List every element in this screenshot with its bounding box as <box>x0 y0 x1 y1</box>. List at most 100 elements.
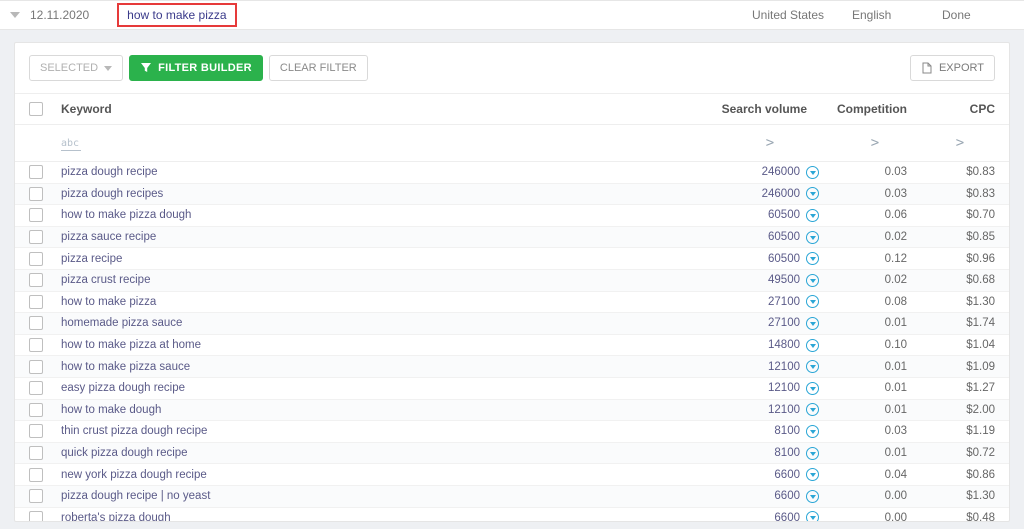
task-summary-row[interactable]: 12.11.2020 how to make pizza United Stat… <box>0 0 1024 30</box>
volume-value: 12100 <box>752 382 800 394</box>
row-checkbox[interactable] <box>29 273 43 287</box>
table-row[interactable]: thin crust pizza dough recipe81000.03$1.… <box>15 421 1009 443</box>
clear-filter-button[interactable]: CLEAR FILTER <box>269 55 368 81</box>
table-row[interactable]: pizza dough recipes2460000.03$0.83 <box>15 184 1009 206</box>
row-checkbox[interactable] <box>29 468 43 482</box>
table-row[interactable]: how to make pizza at home148000.10$1.04 <box>15 335 1009 357</box>
table-row[interactable]: how to make pizza sauce121000.01$1.09 <box>15 356 1009 378</box>
cell-volume: 60500 <box>715 252 825 265</box>
volume-trend-icon[interactable] <box>806 166 819 179</box>
volume-trend-icon[interactable] <box>806 382 819 395</box>
row-checkbox[interactable] <box>29 381 43 395</box>
row-checkbox[interactable] <box>29 187 43 201</box>
cell-cpc: $0.70 <box>925 209 995 221</box>
text-filter-icon: abc <box>61 138 715 151</box>
table-row[interactable]: pizza dough recipe2460000.03$0.83 <box>15 162 1009 184</box>
cell-keyword: quick pizza dough recipe <box>57 447 715 459</box>
cell-volume: 246000 <box>715 166 825 179</box>
chevron-down-icon <box>104 62 112 74</box>
volume-value: 27100 <box>752 317 800 329</box>
volume-trend-icon[interactable] <box>806 425 819 438</box>
cell-cpc: $0.85 <box>925 231 995 243</box>
row-checkbox[interactable] <box>29 208 43 222</box>
col-cpc[interactable]: CPC <box>925 102 995 116</box>
cell-volume: 12100 <box>715 360 825 373</box>
volume-value: 8100 <box>752 447 800 459</box>
table-row[interactable]: pizza dough recipe | no yeast66000.00$1.… <box>15 486 1009 508</box>
table-row[interactable]: new york pizza dough recipe66000.04$0.86 <box>15 464 1009 486</box>
volume-trend-icon[interactable] <box>806 209 819 222</box>
row-checkbox[interactable] <box>29 360 43 374</box>
row-checkbox[interactable] <box>29 424 43 438</box>
table-row[interactable]: how to make pizza dough605000.06$0.70 <box>15 205 1009 227</box>
expand-icon[interactable] <box>8 9 20 21</box>
cell-cpc: $2.00 <box>925 404 995 416</box>
table-row[interactable]: how to make pizza271000.08$1.30 <box>15 292 1009 314</box>
keyword-filter-input[interactable]: abc <box>29 135 715 151</box>
cell-cpc: $1.74 <box>925 317 995 329</box>
volume-trend-icon[interactable] <box>806 187 819 200</box>
row-checkbox[interactable] <box>29 403 43 417</box>
filter-builder-button[interactable]: FILTER BUILDER <box>129 55 263 81</box>
volume-trend-icon[interactable] <box>806 252 819 265</box>
cell-keyword: pizza dough recipe | no yeast <box>57 490 715 502</box>
select-all-checkbox[interactable] <box>29 102 43 116</box>
table-row[interactable]: pizza sauce recipe605000.02$0.85 <box>15 227 1009 249</box>
table-row[interactable]: easy pizza dough recipe121000.01$1.27 <box>15 378 1009 400</box>
export-button[interactable]: EXPORT <box>910 55 995 81</box>
row-checkbox[interactable] <box>29 252 43 266</box>
cell-cpc: $1.09 <box>925 361 995 373</box>
cell-keyword: how to make dough <box>57 404 715 416</box>
cell-cpc: $0.68 <box>925 274 995 286</box>
cell-volume: 27100 <box>715 317 825 330</box>
table-row[interactable]: quick pizza dough recipe81000.01$0.72 <box>15 443 1009 465</box>
filter-row: abc > > > <box>15 125 1009 162</box>
row-checkbox[interactable] <box>29 489 43 503</box>
volume-trend-icon[interactable] <box>806 490 819 503</box>
volume-trend-icon[interactable] <box>806 231 819 244</box>
row-checkbox[interactable] <box>29 338 43 352</box>
cell-competition: 0.10 <box>825 339 925 351</box>
selected-dropdown[interactable]: SELECTED <box>29 55 123 81</box>
table-row[interactable]: roberta's pizza dough66000.00$0.48 <box>15 508 1009 523</box>
row-checkbox[interactable] <box>29 316 43 330</box>
table-body: pizza dough recipe2460000.03$0.83pizza d… <box>15 162 1009 522</box>
volume-trend-icon[interactable] <box>806 403 819 416</box>
task-status: Done <box>942 8 1012 22</box>
cell-volume: 8100 <box>715 447 825 460</box>
row-checkbox[interactable] <box>29 295 43 309</box>
row-checkbox[interactable] <box>29 511 43 522</box>
volume-trend-icon[interactable] <box>806 295 819 308</box>
cell-competition: 0.06 <box>825 209 925 221</box>
table-row[interactable]: pizza crust recipe495000.02$0.68 <box>15 270 1009 292</box>
volume-trend-icon[interactable] <box>806 468 819 481</box>
col-search-volume[interactable]: Search volume <box>715 102 825 116</box>
row-checkbox[interactable] <box>29 230 43 244</box>
table-row[interactable]: pizza recipe605000.12$0.96 <box>15 248 1009 270</box>
cell-keyword: pizza dough recipes <box>57 188 715 200</box>
volume-value: 60500 <box>752 253 800 265</box>
results-card: SELECTED FILTER BUILDER CLEAR FILTER EXP… <box>14 42 1010 522</box>
table-row[interactable]: homemade pizza sauce271000.01$1.74 <box>15 313 1009 335</box>
col-competition[interactable]: Competition <box>825 102 925 116</box>
toolbar: SELECTED FILTER BUILDER CLEAR FILTER EXP… <box>15 43 1009 94</box>
volume-value: 49500 <box>752 274 800 286</box>
volume-trend-icon[interactable] <box>806 274 819 287</box>
cell-keyword: pizza crust recipe <box>57 274 715 286</box>
clear-filter-label: CLEAR FILTER <box>280 62 357 74</box>
col-keyword[interactable]: Keyword <box>57 102 715 116</box>
cell-keyword: how to make pizza sauce <box>57 361 715 373</box>
competition-filter-input[interactable]: > <box>825 135 925 151</box>
row-checkbox[interactable] <box>29 165 43 179</box>
volume-trend-icon[interactable] <box>806 447 819 460</box>
volume-filter-input[interactable]: > <box>715 135 825 151</box>
table-row[interactable]: how to make dough121000.01$2.00 <box>15 400 1009 422</box>
volume-trend-icon[interactable] <box>806 339 819 352</box>
volume-trend-icon[interactable] <box>806 511 819 522</box>
volume-trend-icon[interactable] <box>806 317 819 330</box>
volume-trend-icon[interactable] <box>806 360 819 373</box>
cpc-filter-input[interactable]: > <box>925 135 995 151</box>
cell-competition: 0.03 <box>825 166 925 178</box>
cell-cpc: $0.96 <box>925 253 995 265</box>
row-checkbox[interactable] <box>29 446 43 460</box>
